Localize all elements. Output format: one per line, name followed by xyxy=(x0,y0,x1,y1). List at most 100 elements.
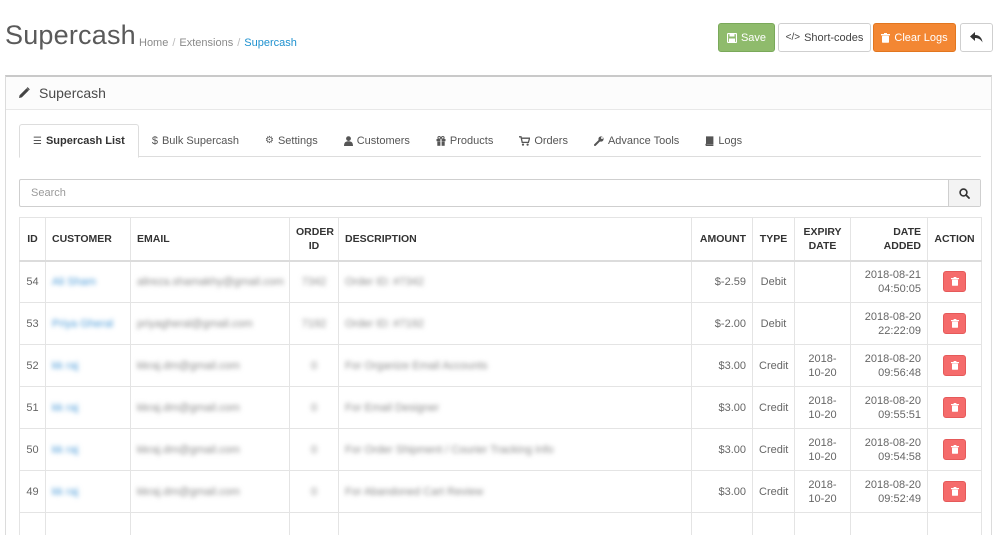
back-button[interactable] xyxy=(960,23,993,52)
cell-order-id: 0 xyxy=(310,359,318,372)
cell-id: 53 xyxy=(19,302,46,345)
tab-orders[interactable]: Orders xyxy=(506,124,581,157)
breadcrumb-home[interactable]: Home xyxy=(139,37,168,49)
search-bar xyxy=(19,179,981,207)
trash-icon xyxy=(950,361,959,370)
cell-customer-link[interactable]: Ali Sham xyxy=(52,276,96,288)
cell-customer-link[interactable]: Priya Gheral xyxy=(52,318,113,330)
delete-button[interactable] xyxy=(943,439,966,460)
col-header-amount[interactable]: AMOUNT xyxy=(691,217,753,262)
cell-email: kkraj.dm@gmail.com xyxy=(137,485,240,498)
book-icon xyxy=(705,135,714,146)
tab-supercash-list[interactable]: ☰ Supercash List xyxy=(19,124,139,158)
search-input[interactable] xyxy=(20,180,948,206)
cell-amount: $-2.59 xyxy=(691,260,753,303)
col-header-email[interactable]: EMAIL xyxy=(130,217,290,262)
col-header-order-id-line1: ORDER xyxy=(296,225,334,238)
col-header-expiry-line2: DATE xyxy=(808,239,837,252)
col-header-id[interactable]: ID xyxy=(19,217,46,262)
short-codes-button-label: Short-codes xyxy=(804,31,864,44)
delete-button[interactable] xyxy=(943,355,966,376)
tab-settings[interactable]: ⚙ Settings xyxy=(252,124,331,157)
short-codes-button[interactable]: </> Short-codes xyxy=(778,23,871,52)
clear-logs-button[interactable]: Clear Logs xyxy=(873,23,956,52)
wrench-icon xyxy=(593,135,604,146)
cell-order-id: 0 xyxy=(310,485,318,498)
col-header-order-id[interactable]: ORDER ID xyxy=(289,217,339,262)
tab-advance-tools[interactable]: Advance Tools xyxy=(581,124,692,157)
floppy-disk-icon xyxy=(726,32,737,43)
panel-heading: Supercash xyxy=(6,77,991,110)
breadcrumb: Home / Extensions / Supercash xyxy=(139,37,297,49)
breadcrumb-supercash[interactable]: Supercash xyxy=(244,37,297,49)
cell-customer-link[interactable]: kk raj xyxy=(52,444,78,456)
col-header-action: ACTION xyxy=(927,217,982,262)
cell-customer-link[interactable]: kk raj xyxy=(52,486,78,498)
cell-description: For Email Designer xyxy=(345,401,440,414)
cell-date-line2: 09:54:58 xyxy=(878,450,921,463)
col-header-date-line1: DATE xyxy=(893,225,921,238)
delete-button[interactable] xyxy=(943,271,966,293)
cell-email: kkraj.dm@gmail.com xyxy=(137,359,240,372)
cell-customer xyxy=(45,512,131,535)
search-button[interactable] xyxy=(948,180,980,206)
cell-type xyxy=(752,512,795,535)
cell-expiry-line2: 10-20 xyxy=(808,408,837,421)
cell-customer-link[interactable]: kk raj xyxy=(52,402,78,414)
cell-email: priyagheral@gmail.com xyxy=(137,317,253,330)
save-button[interactable]: Save xyxy=(718,23,775,52)
cell-date-line1: 2018-08-20 xyxy=(864,394,921,407)
tab-bulk-supercash[interactable]: $ Bulk Supercash xyxy=(139,124,252,157)
table-row: 53 Priya Gheral priyagheral@gmail.com 71… xyxy=(19,302,982,345)
cell-id: 51 xyxy=(19,386,46,429)
cell-amount: $3.00 xyxy=(691,386,753,429)
cell-type: Credit xyxy=(752,428,795,471)
col-header-date-added[interactable]: DATE ADDED xyxy=(850,217,928,262)
delete-button[interactable] xyxy=(943,313,966,334)
tab-label: Bulk Supercash xyxy=(161,134,239,147)
cell-date-line2: 22:22:09 xyxy=(878,324,921,337)
col-header-customer[interactable]: CUSTOMER xyxy=(45,217,131,262)
cell-type: Credit xyxy=(752,470,795,513)
trash-icon xyxy=(950,277,959,287)
cell-email: kkraj.dm@gmail.com xyxy=(137,401,240,414)
cell-action xyxy=(927,512,982,535)
gift-icon xyxy=(436,135,446,146)
tab-customers[interactable]: Customers xyxy=(331,124,423,157)
breadcrumb-extensions[interactable]: Extensions xyxy=(179,37,233,49)
cell-expiry-line1: 2018- xyxy=(808,478,837,491)
col-header-expiry-date[interactable]: EXPIRY DATE xyxy=(794,217,851,262)
dollar-icon: $ xyxy=(151,134,158,147)
tab-label: Orders xyxy=(534,134,568,147)
cell-type: Debit xyxy=(752,302,795,345)
cell-email: alireza.shamakhy@gmail.com xyxy=(137,275,284,288)
col-header-type[interactable]: TYPE xyxy=(752,217,795,262)
table-row: 51 kk raj kkraj.dm@gmail.com 0 For Email… xyxy=(19,386,982,429)
pencil-icon xyxy=(19,87,30,98)
delete-button[interactable] xyxy=(943,481,966,502)
page-title: Supercash xyxy=(5,20,136,50)
cell-description: For Order Shipment / Courier Tracking In… xyxy=(345,443,554,456)
cell-expiry-line1: 2018- xyxy=(808,394,837,407)
cell-order-id: 7342 xyxy=(301,275,327,288)
cell-order-id xyxy=(289,512,339,535)
tab-products[interactable]: Products xyxy=(423,124,506,157)
trash-icon xyxy=(950,319,959,328)
cell-customer-link[interactable]: kk raj xyxy=(52,360,78,372)
tab-logs[interactable]: Logs xyxy=(692,124,755,157)
delete-button[interactable] xyxy=(943,397,966,418)
code-icon: </> xyxy=(785,32,801,43)
cell-id: 49 xyxy=(19,470,46,513)
cell-date xyxy=(850,512,928,535)
cell-description: For Organize Email Accounts xyxy=(345,359,488,372)
col-header-order-id-line2: ID xyxy=(308,239,320,252)
gear-icon: ⚙ xyxy=(265,135,274,146)
page-header: Supercash Home / Extensions / Supercash Save… xyxy=(0,0,1000,72)
cell-date-line2: 04:50:05 xyxy=(878,282,921,295)
trash-icon xyxy=(950,445,959,454)
cell-date-line1: 2018-08-20 xyxy=(864,310,921,323)
col-header-description[interactable]: DESCRIPTION xyxy=(338,217,692,262)
user-icon xyxy=(343,135,353,146)
cell-expiry-line1: 2018- xyxy=(808,436,837,449)
cell-amount: $3.00 xyxy=(691,344,753,387)
